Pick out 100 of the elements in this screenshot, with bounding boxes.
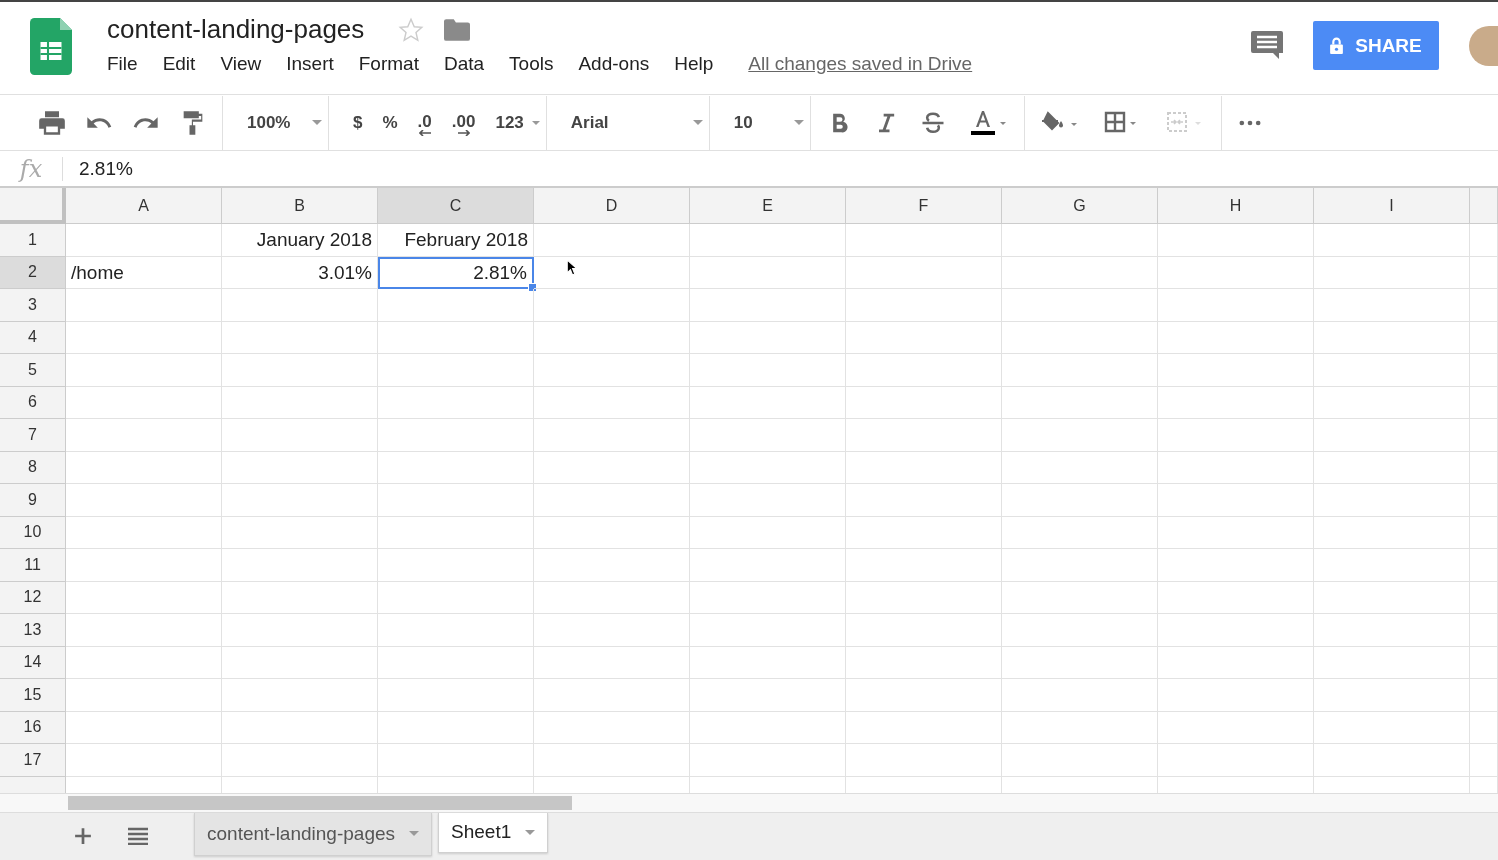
menu-item[interactable]: Data [443,53,485,75]
cell[interactable] [1002,516,1158,549]
cell[interactable] [1314,549,1470,582]
cell[interactable] [1314,451,1470,484]
cell[interactable] [534,321,690,354]
cell[interactable] [1470,289,1498,322]
cell[interactable] [1002,549,1158,582]
cell[interactable] [1158,224,1314,257]
cell[interactable] [66,451,222,484]
cell[interactable] [1470,354,1498,387]
cell[interactable] [66,321,222,354]
cell[interactable] [1002,289,1158,322]
cell[interactable] [846,451,1002,484]
cell[interactable] [846,744,1002,777]
cell[interactable] [534,354,690,387]
cell[interactable] [1002,256,1158,289]
cell[interactable] [1158,321,1314,354]
cell[interactable] [66,711,222,744]
cell[interactable] [66,224,222,257]
cell[interactable] [1470,744,1498,777]
cell[interactable] [690,516,846,549]
cell[interactable] [846,516,1002,549]
cell[interactable] [1002,451,1158,484]
row-header[interactable]: 12 [0,581,66,614]
row-header[interactable]: 4 [0,321,66,354]
cell[interactable] [378,516,534,549]
column-header[interactable]: H [1158,188,1314,224]
decrease-decimals-button[interactable]: .0 [407,102,442,143]
currency-format-button[interactable]: $ [343,102,373,143]
row-header[interactable]: 11 [0,549,66,582]
cell[interactable] [846,484,1002,517]
all-sheets-list-icon[interactable] [128,827,148,846]
menu-item[interactable]: Edit [162,53,196,75]
cell[interactable] [846,679,1002,712]
cell[interactable] [1002,744,1158,777]
cell[interactable] [534,256,690,289]
cell[interactable] [690,354,846,387]
cell[interactable] [222,321,378,354]
cell[interactable] [1158,711,1314,744]
row-header[interactable]: 7 [0,419,66,452]
menu-item[interactable]: Insert [286,53,334,75]
cell[interactable] [534,646,690,679]
cell[interactable] [1158,451,1314,484]
cell[interactable] [66,581,222,614]
cell[interactable] [1470,484,1498,517]
row-header[interactable]: 17 [0,744,66,777]
cell[interactable] [1470,581,1498,614]
cell[interactable] [1314,256,1470,289]
cell[interactable] [378,711,534,744]
cell[interactable] [846,549,1002,582]
row-header[interactable]: 13 [0,614,66,647]
cell[interactable] [1314,581,1470,614]
cell[interactable] [690,679,846,712]
cell[interactable] [846,321,1002,354]
cell[interactable] [690,419,846,452]
cell[interactable] [66,354,222,387]
row-header[interactable]: 2 [0,256,66,289]
cell[interactable] [66,289,222,322]
cell[interactable] [1314,289,1470,322]
cell[interactable] [378,744,534,777]
cell[interactable] [1002,386,1158,419]
cell[interactable] [534,419,690,452]
cell[interactable] [222,679,378,712]
cell[interactable] [534,386,690,419]
column-header[interactable]: I [1314,188,1470,224]
cell[interactable] [378,419,534,452]
column-header[interactable]: A [66,188,222,224]
row-header[interactable]: 3 [0,289,66,322]
menu-item[interactable]: Tools [509,53,554,75]
cell[interactable] [222,354,378,387]
cell[interactable] [66,484,222,517]
row-header[interactable]: 9 [0,484,66,517]
cell[interactable] [66,614,222,647]
cell[interactable] [690,484,846,517]
cell[interactable] [66,419,222,452]
cell[interactable] [534,516,690,549]
cell[interactable] [66,646,222,679]
cell[interactable] [1314,484,1470,517]
cell[interactable] [1002,679,1158,712]
cell[interactable] [846,354,1002,387]
menu-item[interactable]: Format [358,53,419,75]
column-header[interactable]: B [222,188,378,224]
cell[interactable] [1470,711,1498,744]
percent-format-button[interactable]: % [372,102,408,143]
cell[interactable] [1002,711,1158,744]
cell[interactable] [534,451,690,484]
cell[interactable] [1002,614,1158,647]
select-all-corner[interactable] [0,188,66,224]
cell[interactable] [1470,679,1498,712]
cell[interactable] [1470,516,1498,549]
cell[interactable] [846,386,1002,419]
cell[interactable] [222,744,378,777]
column-header[interactable]: F [846,188,1002,224]
cell[interactable] [1470,451,1498,484]
cell[interactable] [66,679,222,712]
cell[interactable] [1314,614,1470,647]
cell[interactable] [222,484,378,517]
cell[interactable] [222,289,378,322]
row-header[interactable]: 14 [0,646,66,679]
cell[interactable] [1002,484,1158,517]
